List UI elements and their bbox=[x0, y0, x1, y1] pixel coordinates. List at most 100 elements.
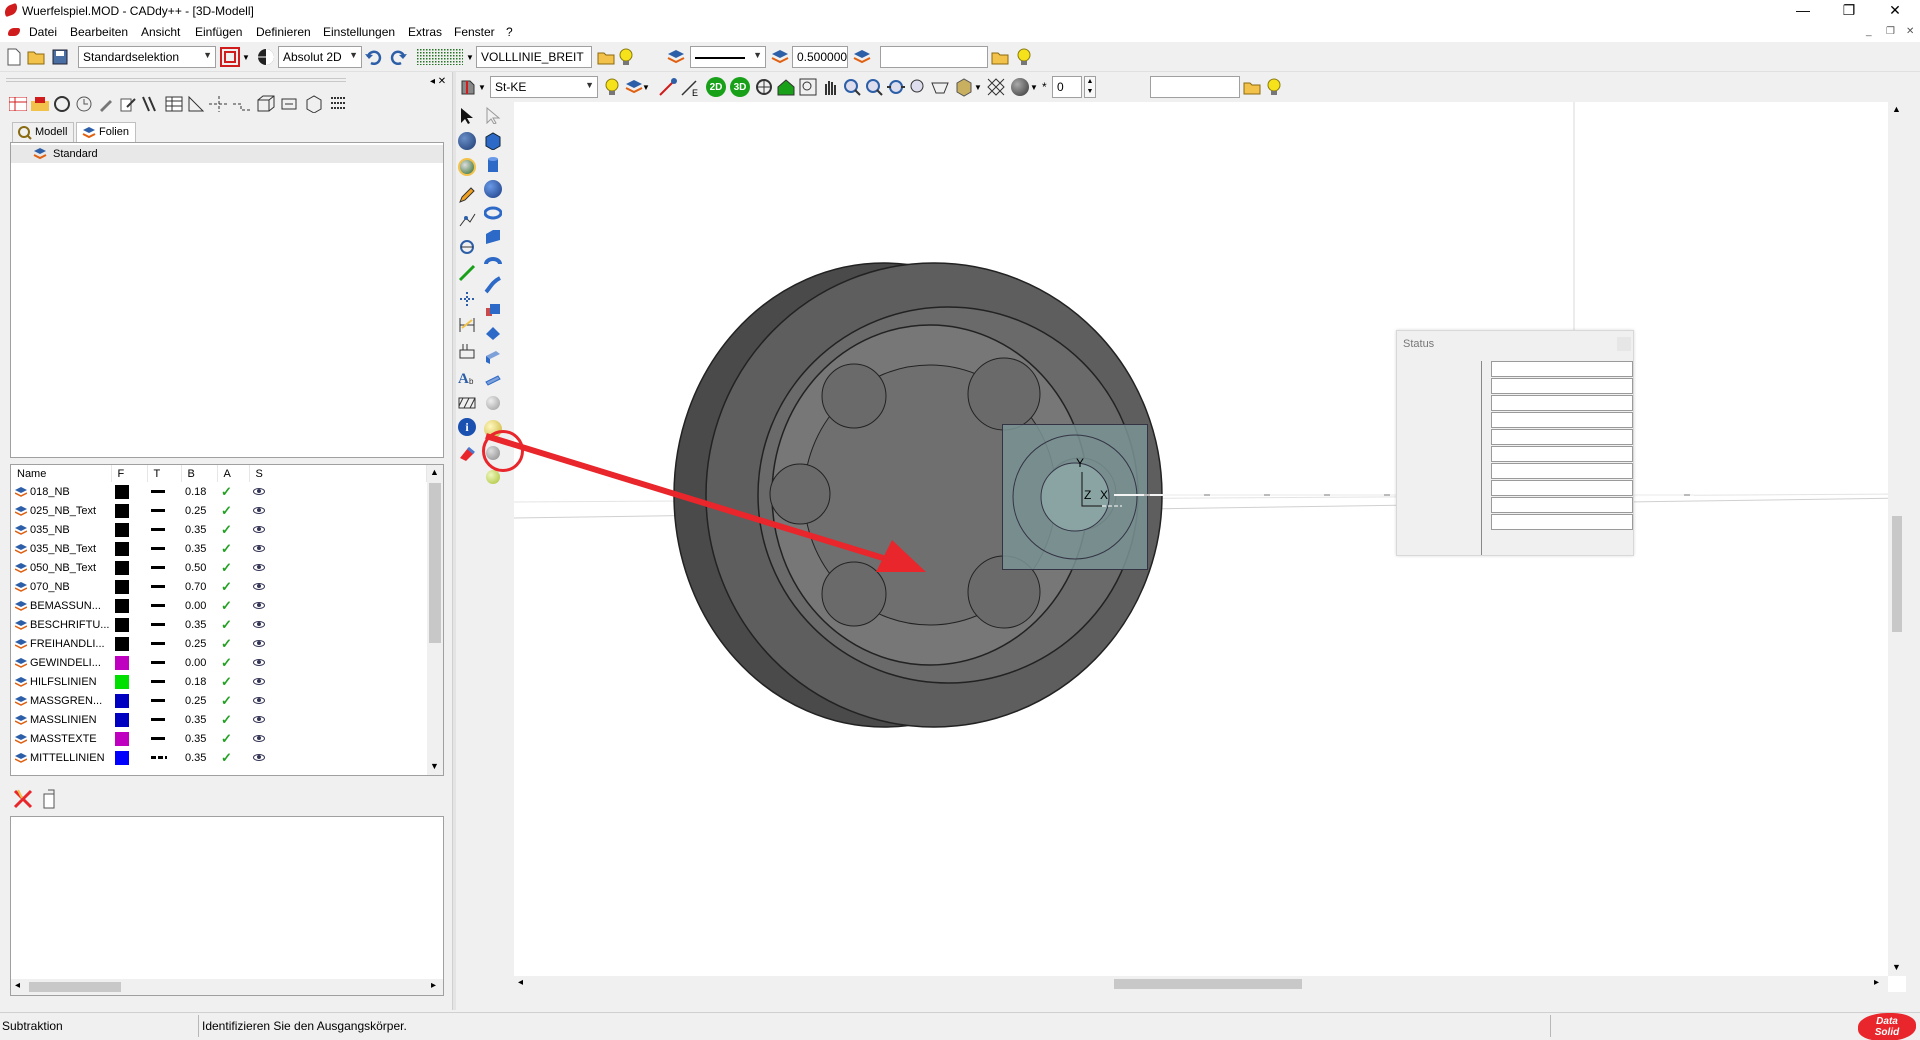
layer-active-cell[interactable]: ✓ bbox=[217, 501, 249, 520]
layer-color-cell[interactable] bbox=[111, 748, 147, 767]
layer-color-cell[interactable] bbox=[111, 520, 147, 539]
layer-row[interactable]: 025_NB_Text 0.25 ✓ bbox=[11, 501, 427, 520]
material-dropdown-icon[interactable]: ▼ bbox=[642, 83, 650, 92]
panel-pin-icon[interactable]: ◂ ✕ bbox=[430, 76, 446, 87]
curve-tool-icon[interactable] bbox=[456, 210, 478, 232]
layer-visible-cell[interactable] bbox=[249, 520, 427, 539]
layer-folder-icon[interactable] bbox=[596, 47, 616, 67]
hscroll-left-icon[interactable]: ◂ bbox=[15, 980, 20, 991]
new-file-icon[interactable] bbox=[4, 47, 24, 67]
3d-viewport[interactable]: Y Z X Status ▲ ▼ ◂ ▸ bbox=[485, 102, 1906, 992]
grid-dropdown-icon[interactable]: ▼ bbox=[466, 53, 474, 62]
box-solid-icon[interactable] bbox=[482, 130, 504, 152]
viewport-hscroll-right-icon[interactable]: ▸ bbox=[1874, 977, 1879, 988]
layer-color-cell[interactable] bbox=[111, 691, 147, 710]
torus-solid-icon[interactable] bbox=[482, 202, 504, 224]
checkmark-icon[interactable]: ✓ bbox=[221, 503, 232, 518]
eye-icon[interactable] bbox=[253, 716, 265, 724]
undo-icon[interactable] bbox=[364, 47, 384, 67]
layer-row[interactable]: MASSTEXTE 0.35 ✓ bbox=[11, 729, 427, 748]
menu-ansicht[interactable]: Ansicht bbox=[141, 25, 180, 39]
layer-visible-cell[interactable] bbox=[249, 672, 427, 691]
layer-color-cell[interactable] bbox=[111, 558, 147, 577]
zoom-window-icon[interactable] bbox=[798, 77, 818, 97]
tolerance-tool-icon[interactable] bbox=[456, 340, 478, 362]
line-layer-field[interactable]: VOLLLINIE_BREIT bbox=[476, 46, 592, 68]
viewport-hscroll-left-icon[interactable]: ◂ bbox=[518, 977, 523, 988]
panel-hatch-icon[interactable] bbox=[140, 94, 160, 114]
zoom-all-icon[interactable] bbox=[886, 77, 906, 97]
layer-color-swatch[interactable] bbox=[115, 484, 129, 499]
layer-color-cell[interactable] bbox=[111, 634, 147, 653]
sweep-solid-icon[interactable] bbox=[482, 274, 504, 296]
toolbar2-folder-icon[interactable] bbox=[1242, 77, 1262, 97]
coordinate-mode-select[interactable]: Absolut 2D ▼ bbox=[278, 46, 362, 68]
layer-active-cell[interactable]: ✓ bbox=[217, 710, 249, 729]
layer-active-cell[interactable]: ✓ bbox=[217, 748, 249, 767]
layer-linetype-cell[interactable] bbox=[147, 539, 181, 558]
tab-modell[interactable]: Modell bbox=[12, 122, 75, 142]
layer-row[interactable]: 050_NB_Text 0.50 ✓ bbox=[11, 558, 427, 577]
layer-width-cell[interactable]: 0.35 bbox=[181, 520, 217, 539]
eye-icon[interactable] bbox=[253, 735, 265, 743]
eye-icon[interactable] bbox=[253, 545, 265, 553]
layer-visible-cell[interactable] bbox=[249, 558, 427, 577]
zoom-previous-icon[interactable] bbox=[908, 77, 928, 97]
layer-visible-cell[interactable] bbox=[249, 501, 427, 520]
layer-color-cell[interactable] bbox=[111, 672, 147, 691]
search-field[interactable] bbox=[880, 46, 988, 68]
layer-width-cell[interactable]: 0.25 bbox=[181, 501, 217, 520]
checkmark-icon[interactable]: ✓ bbox=[221, 617, 232, 632]
layer-color-swatch[interactable] bbox=[115, 541, 129, 556]
checkmark-icon[interactable]: ✓ bbox=[221, 712, 232, 727]
layer-row[interactable]: FREIHANDLI... 0.25 ✓ bbox=[11, 634, 427, 653]
layer-visible-cell[interactable] bbox=[249, 596, 427, 615]
eye-icon[interactable] bbox=[253, 621, 265, 629]
counter-field[interactable]: 0 bbox=[1052, 76, 1082, 98]
layer-color-swatch[interactable] bbox=[115, 731, 129, 746]
col-header-f[interactable]: F bbox=[111, 465, 148, 482]
mdi-minimize-icon[interactable]: _ bbox=[1866, 26, 1872, 37]
scroll-thumb[interactable] bbox=[429, 483, 441, 643]
panel-circle-icon[interactable] bbox=[52, 94, 72, 114]
redo-icon[interactable] bbox=[388, 47, 408, 67]
scroll-down-icon[interactable]: ▼ bbox=[430, 761, 439, 771]
zoom-out-icon[interactable] bbox=[864, 77, 884, 97]
layer-color-swatch[interactable] bbox=[115, 636, 129, 651]
panel-clock-icon[interactable] bbox=[74, 94, 94, 114]
layer-active-cell[interactable]: ✓ bbox=[217, 729, 249, 748]
rotate-view-icon[interactable] bbox=[754, 77, 774, 97]
layer-row[interactable]: 035_NB 0.35 ✓ bbox=[11, 520, 427, 539]
col-header-s[interactable]: S bbox=[249, 465, 427, 482]
menu-extras[interactable]: Extras bbox=[408, 25, 442, 39]
viewport-hscroll-thumb[interactable] bbox=[1114, 979, 1302, 989]
checkmark-icon[interactable]: ✓ bbox=[221, 560, 232, 575]
layer-visible-cell[interactable] bbox=[249, 634, 427, 653]
snap-point-icon[interactable] bbox=[658, 77, 678, 97]
layer-color-swatch[interactable] bbox=[115, 693, 129, 708]
eye-icon[interactable] bbox=[253, 583, 265, 591]
panel-grid-icon[interactable] bbox=[8, 94, 28, 114]
layer-row[interactable]: MASSLINIEN 0.35 ✓ bbox=[11, 710, 427, 729]
layer-color-cell[interactable] bbox=[111, 501, 147, 520]
layer-color-swatch[interactable] bbox=[115, 655, 129, 670]
app-menu-icon[interactable] bbox=[8, 28, 20, 36]
status-dialog-close-icon[interactable] bbox=[1617, 337, 1631, 351]
dimension-tool-icon[interactable] bbox=[456, 314, 478, 336]
solid-tool-dropdown-icon[interactable]: ▼ bbox=[478, 83, 486, 92]
checkmark-icon[interactable]: ✓ bbox=[221, 579, 232, 594]
viewport-vscrollbar[interactable]: ▲ ▼ bbox=[1888, 102, 1906, 976]
layer-row[interactable]: 035_NB_Text 0.35 ✓ bbox=[11, 539, 427, 558]
panel-mirror-icon[interactable] bbox=[186, 94, 206, 114]
eye-icon[interactable] bbox=[253, 640, 265, 648]
render-dropdown-icon[interactable]: ▼ bbox=[1030, 83, 1038, 92]
menu-help[interactable]: ? bbox=[506, 25, 513, 39]
layer-color-cell[interactable] bbox=[111, 653, 147, 672]
select-arrow-alt-icon[interactable] bbox=[482, 104, 504, 126]
layer-linetype-cell[interactable] bbox=[147, 577, 181, 596]
layer-active-cell[interactable]: ✓ bbox=[217, 596, 249, 615]
eye-icon[interactable] bbox=[253, 488, 265, 496]
layer-bulb-icon[interactable] bbox=[616, 47, 636, 67]
layer-active-cell[interactable]: ✓ bbox=[217, 615, 249, 634]
checkmark-icon[interactable]: ✓ bbox=[221, 598, 232, 613]
